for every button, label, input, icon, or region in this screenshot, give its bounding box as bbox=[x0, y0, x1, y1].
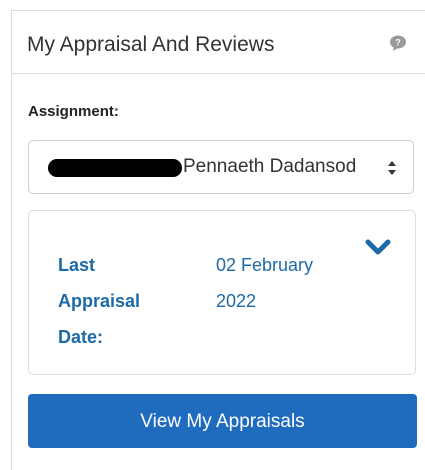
assignment-label: Assignment: bbox=[28, 103, 119, 120]
last-appraisal-date-label: Last Appraisal Date: bbox=[58, 255, 141, 347]
redacted-text bbox=[48, 159, 182, 177]
widget-title: My Appraisal And Reviews bbox=[27, 33, 275, 56]
up-down-caret-icon bbox=[388, 161, 396, 175]
speech-bubble-icon[interactable]: ? bbox=[389, 35, 407, 51]
assignment-select[interactable]: Pennaeth Dadansod bbox=[28, 140, 414, 194]
view-my-appraisals-button[interactable]: View My Appraisals bbox=[28, 394, 417, 448]
assignment-selected-value: Pennaeth Dadansod bbox=[183, 156, 357, 177]
last-appraisal-card: Last Appraisal Date: 02 February 2022 bbox=[28, 210, 416, 375]
appraisal-widget: My Appraisal And Reviews ? Assignment: P… bbox=[11, 10, 425, 470]
last-appraisal-date-value: 02 February 2022 bbox=[216, 255, 314, 311]
chevron-down-icon[interactable] bbox=[365, 239, 391, 257]
svg-text:?: ? bbox=[395, 38, 401, 48]
widget-header: My Appraisal And Reviews ? bbox=[12, 11, 425, 74]
